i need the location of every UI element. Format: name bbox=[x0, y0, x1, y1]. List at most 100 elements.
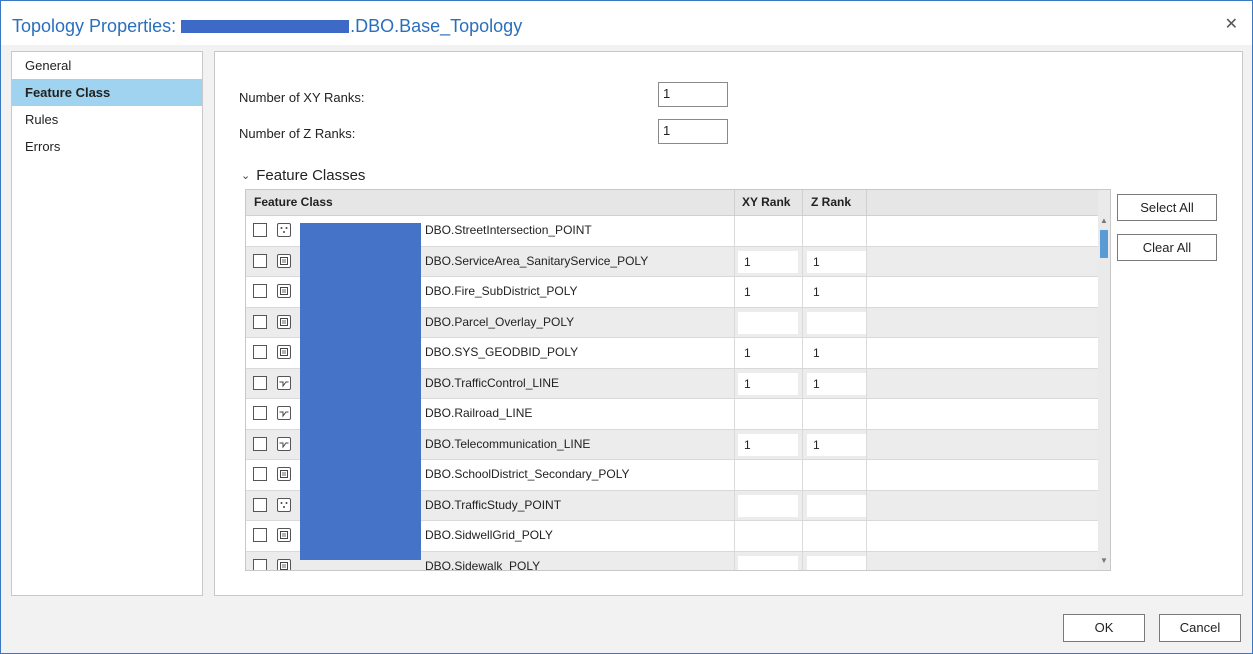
feature-class-name: DBO.StreetIntersection_POINT bbox=[425, 223, 592, 237]
column-divider bbox=[802, 460, 803, 490]
z-rank-cell[interactable] bbox=[807, 464, 867, 486]
xy-rank-cell[interactable] bbox=[738, 220, 798, 242]
polygon-geometry-icon bbox=[277, 345, 291, 359]
polygon-geometry-icon bbox=[277, 284, 291, 298]
z-ranks-label: Number of Z Ranks: bbox=[239, 126, 356, 141]
z-rank-cell[interactable] bbox=[807, 525, 867, 547]
column-divider bbox=[802, 399, 803, 429]
column-divider bbox=[734, 216, 735, 246]
feature-class-name: DBO.Sidewalk_POLY bbox=[425, 558, 541, 571]
cancel-button[interactable]: Cancel bbox=[1159, 614, 1241, 642]
z-rank-cell[interactable] bbox=[807, 311, 867, 334]
z-rank-cell[interactable]: 1 bbox=[807, 372, 867, 395]
line-geometry-icon bbox=[277, 436, 291, 451]
polygon-geometry-icon bbox=[277, 528, 291, 542]
z-rank-cell[interactable]: 1 bbox=[807, 281, 867, 303]
column-divider bbox=[866, 216, 867, 246]
feature-class-name: DBO.TrafficControl_LINE bbox=[425, 375, 560, 390]
column-divider bbox=[802, 307, 803, 337]
line-geometry-icon bbox=[277, 375, 291, 390]
close-icon[interactable]: ✕ bbox=[1225, 14, 1238, 34]
column-header-z-rank[interactable]: Z Rank bbox=[811, 190, 851, 215]
xy-rank-cell[interactable] bbox=[738, 311, 798, 334]
scroll-down-icon[interactable]: ▼ bbox=[1100, 556, 1108, 565]
redacted-database-name bbox=[181, 20, 350, 33]
xy-rank-cell[interactable]: 1 bbox=[738, 342, 798, 364]
z-rank-cell[interactable]: 1 bbox=[807, 250, 867, 273]
select-all-button[interactable]: Select All bbox=[1117, 194, 1217, 221]
scrollbar-thumb[interactable] bbox=[1100, 230, 1108, 258]
feature-class-name: DBO.Telecommunication_LINE bbox=[425, 436, 591, 451]
column-divider bbox=[734, 277, 735, 307]
clear-all-button[interactable]: Clear All bbox=[1117, 234, 1217, 261]
row-checkbox[interactable] bbox=[253, 314, 267, 329]
xy-rank-cell[interactable]: 1 bbox=[738, 281, 798, 303]
row-checkbox[interactable] bbox=[253, 467, 267, 481]
z-rank-cell[interactable] bbox=[807, 555, 867, 570]
topology-properties-dialog: Topology Properties: .DBO.Base_Topology … bbox=[0, 0, 1253, 654]
sidebar-item-general[interactable]: General bbox=[12, 52, 202, 79]
xy-rank-cell[interactable]: 1 bbox=[738, 372, 798, 395]
xy-rank-cell[interactable] bbox=[738, 494, 798, 517]
column-header-feature-class[interactable]: Feature Class bbox=[254, 190, 333, 215]
scroll-up-icon[interactable]: ▲ bbox=[1100, 216, 1108, 225]
feature-class-name: DBO.ServiceArea_SanitaryService_POLY bbox=[425, 253, 649, 268]
column-divider bbox=[866, 338, 867, 368]
feature-class-name: DBO.Fire_SubDistrict_POLY bbox=[425, 284, 578, 298]
polygon-geometry-icon bbox=[277, 558, 291, 570]
column-divider bbox=[734, 190, 735, 215]
row-checkbox[interactable] bbox=[253, 345, 267, 359]
column-divider bbox=[734, 368, 735, 398]
z-rank-cell[interactable]: 1 bbox=[807, 433, 867, 456]
column-divider bbox=[866, 307, 867, 337]
column-divider bbox=[734, 460, 735, 490]
row-checkbox[interactable] bbox=[253, 375, 267, 390]
title-bar: Topology Properties: .DBO.Base_Topology … bbox=[1, 1, 1252, 45]
feature-class-name: DBO.SYS_GEODBID_POLY bbox=[425, 345, 579, 359]
xy-rank-cell[interactable] bbox=[738, 464, 798, 486]
column-divider bbox=[802, 246, 803, 276]
feature-class-name: DBO.TrafficStudy_POINT bbox=[425, 497, 562, 512]
vertical-scrollbar[interactable]: ▲ ▼ bbox=[1098, 190, 1110, 570]
sidebar-item-feature-class[interactable]: Feature Class bbox=[12, 79, 202, 106]
polygon-geometry-icon bbox=[277, 467, 291, 481]
row-checkbox[interactable] bbox=[253, 497, 267, 512]
z-rank-cell[interactable] bbox=[807, 403, 867, 425]
xy-ranks-input[interactable]: 1 bbox=[658, 82, 728, 107]
row-checkbox[interactable] bbox=[253, 406, 267, 420]
row-checkbox[interactable] bbox=[253, 284, 267, 298]
ok-button[interactable]: OK bbox=[1063, 614, 1145, 642]
row-checkbox[interactable] bbox=[253, 528, 267, 542]
column-divider bbox=[866, 521, 867, 551]
row-checkbox[interactable] bbox=[253, 253, 267, 268]
feature-class-name: DBO.Parcel_Overlay_POLY bbox=[425, 314, 575, 329]
xy-rank-cell[interactable] bbox=[738, 525, 798, 547]
column-divider bbox=[802, 551, 803, 570]
z-rank-cell[interactable] bbox=[807, 494, 867, 517]
xy-rank-cell[interactable] bbox=[738, 403, 798, 425]
sidebar-item-errors[interactable]: Errors bbox=[12, 133, 202, 160]
feature-class-panel: Number of XY Ranks: 1 Number of Z Ranks:… bbox=[214, 51, 1243, 596]
column-divider bbox=[734, 551, 735, 570]
sidebar-item-rules[interactable]: Rules bbox=[12, 106, 202, 133]
column-divider bbox=[734, 338, 735, 368]
column-header-xy-rank[interactable]: XY Rank bbox=[742, 190, 790, 215]
feature-class-table: Feature Class XY Rank Z Rank DBO.StreetI… bbox=[245, 189, 1111, 571]
z-rank-cell[interactable] bbox=[807, 220, 867, 242]
redacted-owner-names bbox=[300, 223, 421, 560]
xy-ranks-label: Number of XY Ranks: bbox=[239, 90, 365, 105]
xy-rank-cell[interactable] bbox=[738, 555, 798, 570]
column-divider bbox=[734, 429, 735, 459]
feature-classes-section-header[interactable]: ⌄ Feature Classes bbox=[241, 167, 365, 184]
table-header: Feature Class XY Rank Z Rank bbox=[246, 190, 1098, 216]
xy-rank-cell[interactable]: 1 bbox=[738, 250, 798, 273]
row-checkbox[interactable] bbox=[253, 558, 267, 570]
z-rank-cell[interactable]: 1 bbox=[807, 342, 867, 364]
row-checkbox[interactable] bbox=[253, 223, 267, 237]
chevron-down-icon[interactable]: ⌄ bbox=[241, 169, 250, 182]
z-ranks-input[interactable]: 1 bbox=[658, 119, 728, 144]
column-divider bbox=[866, 490, 867, 520]
row-checkbox[interactable] bbox=[253, 436, 267, 451]
column-divider bbox=[734, 307, 735, 337]
xy-rank-cell[interactable]: 1 bbox=[738, 433, 798, 456]
